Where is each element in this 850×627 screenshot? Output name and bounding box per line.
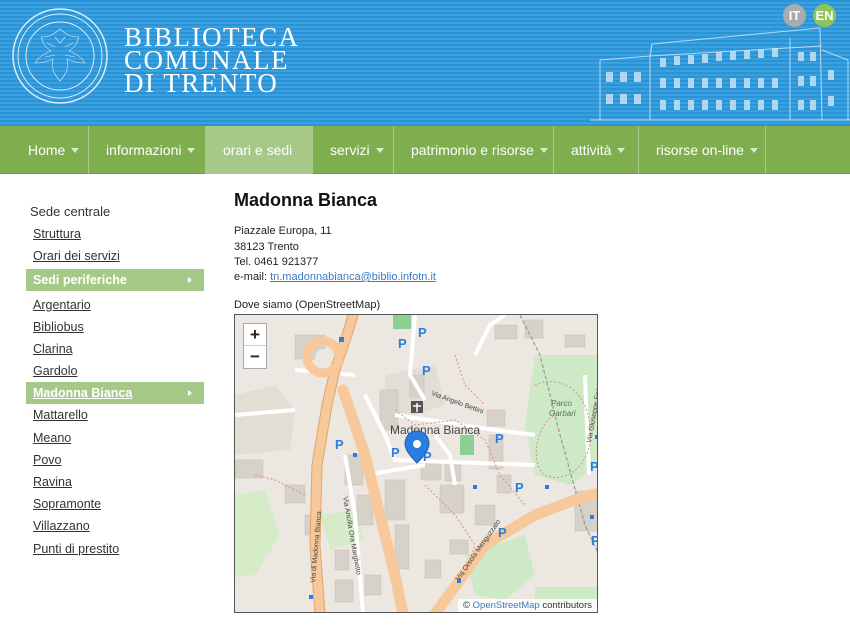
sidebar-link-meano[interactable]: Meano [33, 431, 71, 445]
sidebar-link-sopramonte[interactable]: Sopramonte [33, 497, 101, 511]
sidebar-link-punti-di-prestito[interactable]: Punti di prestito [33, 542, 119, 556]
library-building-illustration [590, 27, 850, 121]
svg-text:P: P [418, 325, 427, 340]
sidebar-link-clarina[interactable]: Clarina [33, 342, 73, 356]
sidebar-link-argentario[interactable]: Argentario [33, 298, 91, 312]
sidebar-active-label: Madonna Bianca [33, 386, 133, 400]
sidebar-link-orari-dei-servizi[interactable]: Orari dei servizi [33, 249, 120, 263]
attribution-suffix: contributors [542, 600, 592, 611]
chevron-down-icon [539, 147, 548, 153]
chevron-down-icon [617, 147, 626, 153]
site-header: · · BIBLIOTECA COMUNALE DI TRENTO IT EN [0, 0, 850, 126]
attribution-prefix: © [463, 600, 470, 611]
phone-line: Tel. 0461 921377 [234, 256, 319, 268]
chevron-down-icon [375, 147, 384, 153]
svg-text:P: P [591, 533, 598, 548]
site-title-line-3: DI TRENTO [124, 68, 279, 98]
svg-text:P: P [515, 480, 524, 495]
sidebar-link-bibliobus[interactable]: Bibliobus [33, 320, 84, 334]
svg-text:P: P [590, 459, 598, 474]
sidebar-section-label: Sedi periferiche [33, 273, 127, 287]
svg-text:P: P [422, 363, 431, 378]
chevron-down-icon [749, 147, 758, 153]
email-link[interactable]: tn.madonnabianca@biblio.infotn.it [270, 271, 436, 283]
sidebar-link-struttura[interactable]: Struttura [33, 227, 81, 241]
sidebar-link-ravina[interactable]: Ravina [33, 475, 72, 489]
map-tiles[interactable]: PPP PP P PPP PP Madonna Bianca Parco Garb… [235, 315, 598, 613]
nav-item-risorse-on-line[interactable]: risorse on-line [639, 126, 766, 174]
main-navigation: Home informazioni orari e sedi servizi p… [0, 126, 850, 174]
svg-text:P: P [498, 525, 507, 540]
nav-item-orari-e-sedi[interactable]: orari e sedi [206, 126, 313, 174]
nav-item-label: orari e sedi [223, 142, 293, 158]
sidebar-link-villazzano[interactable]: Villazzano [33, 519, 90, 533]
map-widget[interactable]: PPP PPP PPP PP Madonna Bianca Parco Garb… [234, 314, 598, 613]
nav-item-attivita[interactable]: attività [554, 126, 639, 174]
svg-text:P: P [391, 445, 400, 460]
map-zoom-controls: + − [243, 323, 267, 369]
page-title: Madonna Bianca [234, 190, 378, 210]
site-title[interactable]: BIBLIOTECA COMUNALE DI TRENTO [124, 24, 299, 98]
map-park-label-1: Parco [551, 399, 572, 408]
sidebar-link-gardolo[interactable]: Gardolo [33, 364, 77, 378]
city-line: 38123 Trento [234, 241, 299, 253]
zoom-in-button[interactable]: + [244, 324, 266, 346]
svg-text:·: · [85, 20, 87, 25]
page: · · BIBLIOTECA COMUNALE DI TRENTO IT EN … [0, 0, 850, 627]
nav-item-label: Home [28, 142, 66, 158]
language-it-button[interactable]: IT [783, 4, 806, 27]
chevron-right-icon [188, 277, 192, 283]
chevron-right-icon [188, 390, 192, 396]
nav-item-label: attività [571, 142, 612, 158]
sidebar-link-povo[interactable]: Povo [33, 453, 62, 467]
city-seal-logo[interactable]: · · [11, 7, 109, 105]
map-attribution: © OpenStreetMap contributors [458, 599, 597, 612]
zoom-out-button[interactable]: − [244, 346, 266, 368]
chevron-down-icon [71, 147, 80, 153]
chevron-down-icon [187, 147, 196, 153]
email-line: e-mail: tn.madonnabianca@biblio.infotn.i… [234, 271, 436, 283]
sidebar-heading: Sede centrale [30, 204, 111, 219]
nav-item-label: informazioni [106, 142, 182, 158]
map-heading: Dove siamo (OpenStreetMap) [234, 299, 381, 311]
language-en-button[interactable]: EN [813, 4, 836, 27]
svg-text:P: P [335, 437, 344, 452]
address-line: Piazzale Europa, 11 [234, 225, 332, 237]
nav-item-label: risorse on-line [656, 142, 744, 158]
nav-item-patrimonio-e-risorse[interactable]: patrimonio e risorse [394, 126, 554, 174]
sidebar-link-mattarello[interactable]: Mattarello [33, 408, 88, 422]
attribution-link[interactable]: OpenStreetMap [473, 600, 540, 611]
nav-item-label: patrimonio e risorse [411, 142, 534, 158]
nav-item-servizi[interactable]: servizi [313, 126, 394, 174]
map-place-label: Madonna Bianca [390, 423, 480, 437]
nav-item-informazioni[interactable]: informazioni [89, 126, 206, 174]
nav-item-home[interactable]: Home [0, 126, 89, 174]
svg-text:P: P [495, 431, 504, 446]
sidebar-link-madonna-bianca[interactable]: Madonna Bianca [26, 382, 204, 404]
svg-text:P: P [398, 336, 407, 351]
nav-item-label: servizi [330, 142, 370, 158]
sidebar-section-sedi-periferiche[interactable]: Sedi periferiche [26, 269, 204, 291]
map-park-label-2: Garbari [549, 409, 576, 418]
email-label: e-mail: [234, 271, 268, 283]
